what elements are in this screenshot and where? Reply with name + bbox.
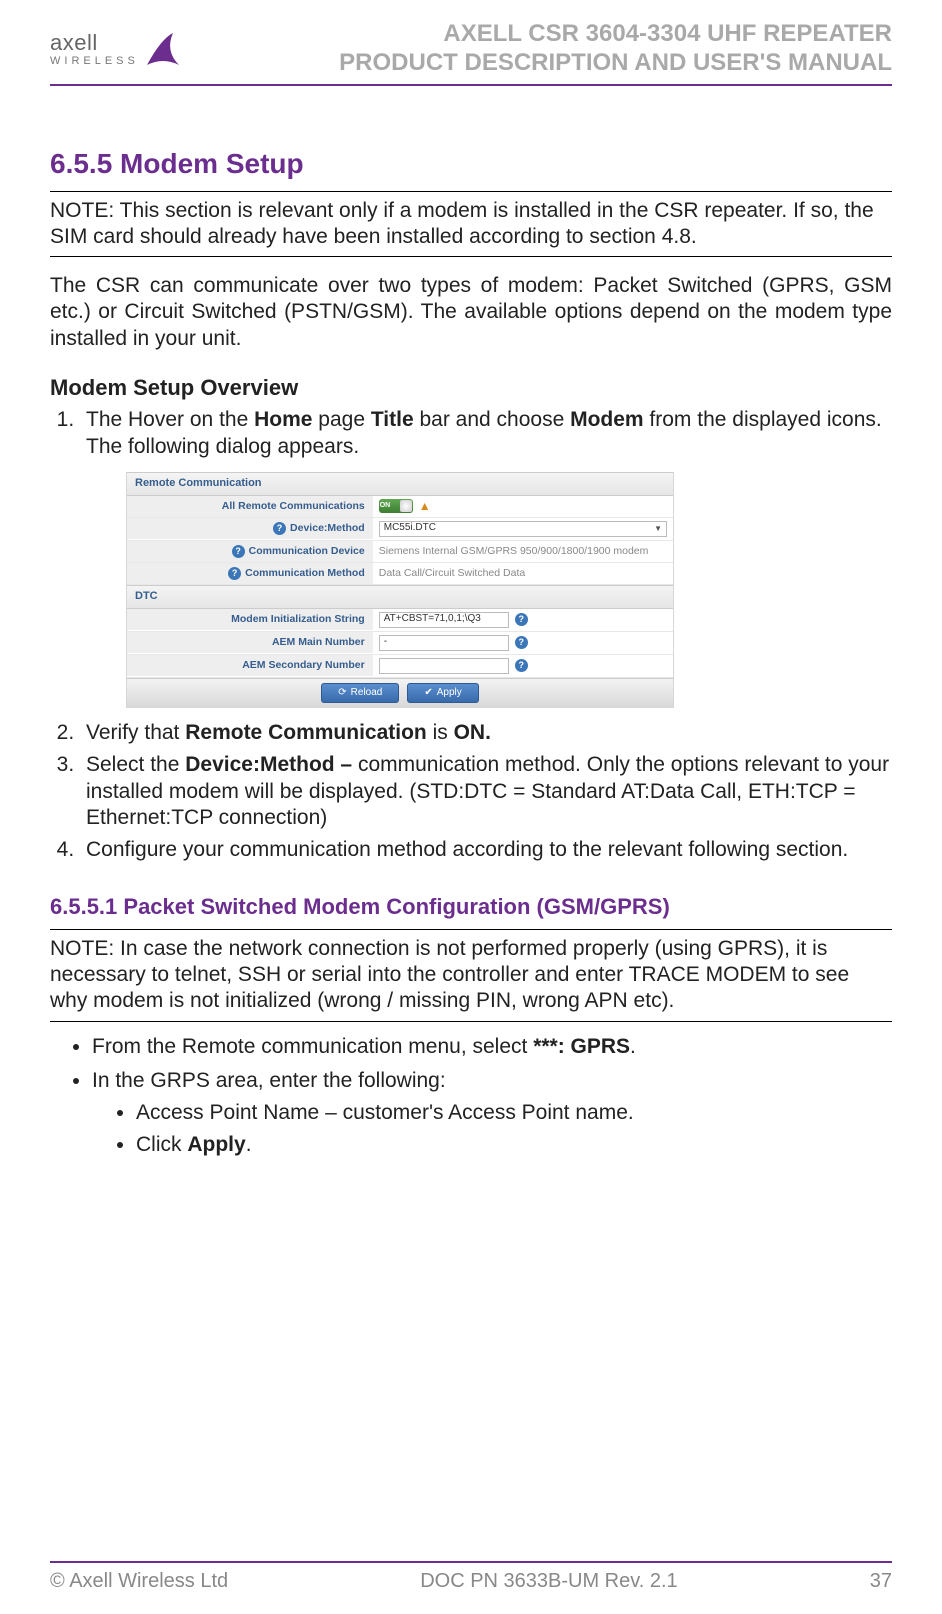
row-comm-method: ? Communication Method Data Call/Circuit … <box>127 563 673 585</box>
help-icon[interactable]: ? <box>273 522 286 535</box>
steps-list: The Hover on the Home page Title bar and… <box>50 407 892 869</box>
dropdown-value: MC55i.DTC <box>384 522 436 535</box>
help-icon[interactable]: ? <box>228 567 241 580</box>
toggle-text: ON <box>380 502 391 511</box>
apply-button[interactable]: ✔ Apply <box>407 683 478 704</box>
input-init-string[interactable]: AT+CBST=71,0,1;\Q3 <box>379 612 509 628</box>
panel-dtc-title: DTC <box>127 585 673 609</box>
footer-page-number: 37 <box>870 1569 892 1594</box>
step-4: Configure your communication method acco… <box>80 837 892 863</box>
bullet-list: From the Remote communication menu, sele… <box>50 1034 892 1167</box>
value-comm-method: Data Call/Circuit Switched Data <box>373 564 673 583</box>
subsection-rule-top <box>50 929 892 930</box>
overview-heading: Modem Setup Overview <box>50 374 892 402</box>
label-comm-device: Communication Device <box>249 545 365 558</box>
page-footer: © Axell Wireless Ltd DOC PN 3633B-UM Rev… <box>50 1561 892 1614</box>
bullet-2: In the GRPS area, enter the following: A… <box>92 1068 892 1159</box>
page-header: axell WIRELESS AXELL CSR 3604-3304 UHF R… <box>50 20 892 78</box>
subsection-note: NOTE: In case the network connection is … <box>50 936 892 1015</box>
help-icon[interactable]: ? <box>232 545 245 558</box>
logo-mark-icon <box>143 29 183 69</box>
warning-icon: ▲ <box>419 499 431 514</box>
bullet-1: From the Remote communication menu, sele… <box>92 1034 892 1060</box>
label-init-string: Modem Initialization String <box>127 609 373 630</box>
toggle-knob-icon <box>400 500 412 512</box>
row-secondary-number: AEM Secondary Number ? <box>127 655 673 678</box>
sub-bullet-list: Access Point Name – customer's Access Po… <box>92 1100 892 1159</box>
logo-subbrand-text: WIRELESS <box>50 55 139 69</box>
label-all-remote: All Remote Communications <box>127 496 373 517</box>
toggle-all-remote[interactable]: ON <box>379 499 413 513</box>
section-note: NOTE: This section is relevant only if a… <box>50 198 892 251</box>
row-init-string: Modem Initialization String AT+CBST=71,0… <box>127 609 673 632</box>
apply-label: Apply <box>437 687 462 700</box>
modem-dialog: Remote Communication All Remote Communic… <box>126 472 674 708</box>
value-comm-device: Siemens Internal GSM/GPRS 950/900/1800/1… <box>373 542 673 561</box>
button-bar: ⟳ Reload ✔ Apply <box>127 678 673 708</box>
panel-remote-comm-title: Remote Communication <box>127 472 673 496</box>
label-device-method: Device:Method <box>290 522 365 535</box>
doc-title-line2: PRODUCT DESCRIPTION AND USER'S MANUAL <box>339 49 892 78</box>
header-divider <box>50 84 892 86</box>
check-icon: ✔ <box>424 687 432 700</box>
row-device-method: ? Device:Method MC55i.DTC ▼ <box>127 518 673 541</box>
step-1: The Hover on the Home page Title bar and… <box>80 407 892 708</box>
footer-docid: DOC PN 3633B-UM Rev. 2.1 <box>420 1569 678 1594</box>
subsection-rule-bottom <box>50 1021 892 1022</box>
input-secondary-number[interactable] <box>379 658 509 674</box>
sub-bullet-1: Access Point Name – customer's Access Po… <box>136 1100 892 1126</box>
section-title: 6.5.5 Modem Setup <box>50 146 892 181</box>
document-title: AXELL CSR 3604-3304 UHF REPEATER PRODUCT… <box>339 20 892 78</box>
reload-button[interactable]: ⟳ Reload <box>321 683 399 704</box>
step-2: Verify that Remote Communication is ON. <box>80 720 892 746</box>
chevron-down-icon: ▼ <box>654 524 662 534</box>
footer-divider <box>50 1561 892 1563</box>
section-rule-bottom <box>50 256 892 257</box>
doc-title-line1: AXELL CSR 3604-3304 UHF REPEATER <box>339 20 892 49</box>
row-main-number: AEM Main Number - ? <box>127 632 673 655</box>
step-3: Select the Device:Method – communication… <box>80 752 892 831</box>
row-comm-device: ? Communication Device Siemens Internal G… <box>127 541 673 563</box>
intro-paragraph: The CSR can communicate over two types o… <box>50 273 892 352</box>
label-main-number: AEM Main Number <box>127 632 373 653</box>
label-comm-method: Communication Method <box>245 567 365 580</box>
sub-bullet-2: Click Apply. <box>136 1132 892 1158</box>
dropdown-device-method[interactable]: MC55i.DTC ▼ <box>379 521 667 537</box>
help-icon[interactable]: ? <box>515 659 528 672</box>
row-all-remote: All Remote Communications ON ▲ <box>127 496 673 518</box>
input-main-number[interactable]: - <box>379 635 509 651</box>
reload-label: Reload <box>351 687 383 700</box>
company-logo: axell WIRELESS <box>50 29 183 69</box>
section-rule-top <box>50 191 892 192</box>
help-icon[interactable]: ? <box>515 613 528 626</box>
logo-company-text: axell <box>50 29 139 57</box>
label-secondary-number: AEM Secondary Number <box>127 655 373 676</box>
footer-copyright: © Axell Wireless Ltd <box>50 1569 228 1594</box>
reload-icon: ⟳ <box>338 687 346 700</box>
subsection-title: 6.5.5.1 Packet Switched Modem Configurat… <box>50 893 892 921</box>
help-icon[interactable]: ? <box>515 636 528 649</box>
